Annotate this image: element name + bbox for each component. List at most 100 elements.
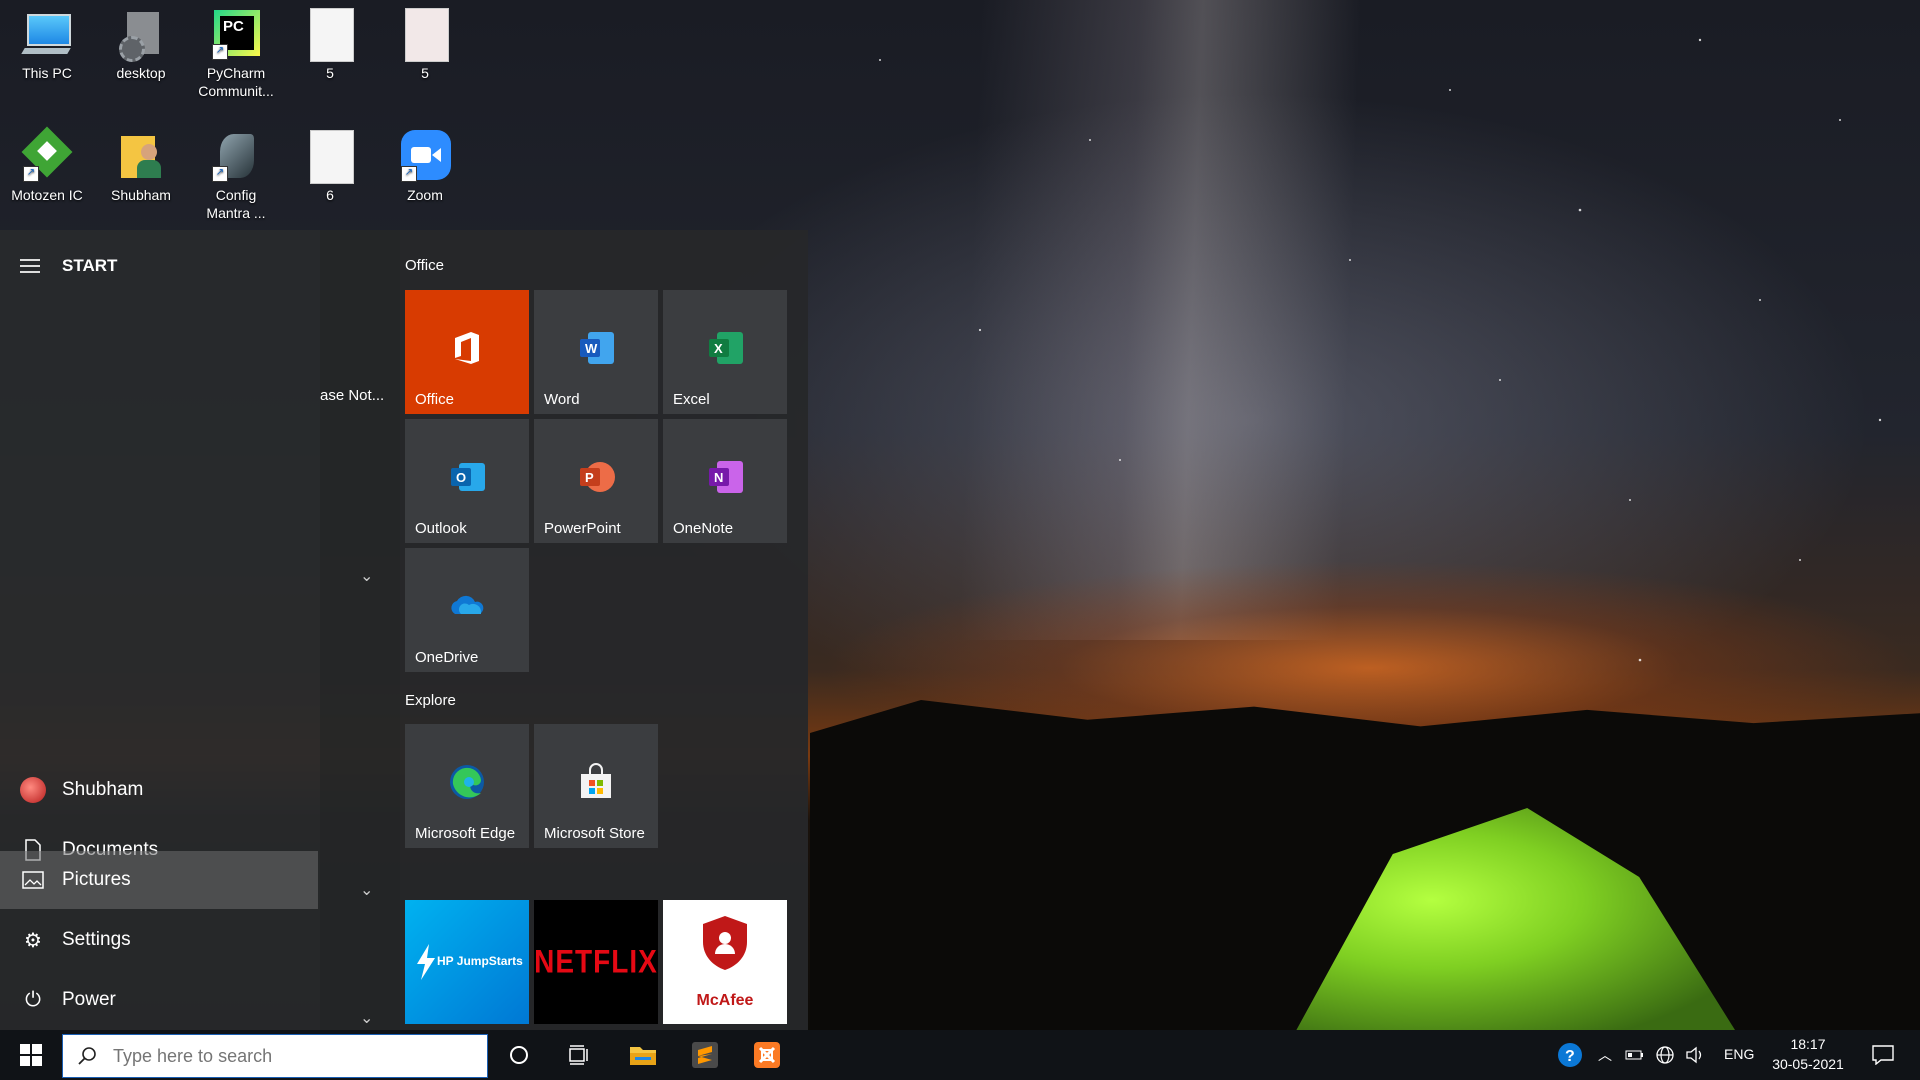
app-list-pane: ase Not... xyxy=(320,230,400,1030)
user-avatar-icon xyxy=(18,777,48,803)
nav-user[interactable]: Shubham xyxy=(0,761,318,819)
nav-settings-label: Settings xyxy=(62,929,131,950)
taskbar: ? ︿ ENG 18:17 30-05-2021 xyxy=(0,1030,1920,1080)
svg-text:W: W xyxy=(585,341,598,356)
tile-label: OneNote xyxy=(673,520,734,537)
tile-label: OneDrive xyxy=(415,649,479,666)
motozen-icon: ↗ xyxy=(21,126,73,182)
tile-netflix[interactable]: NETFLIX xyxy=(534,900,658,1024)
mcafee-shield-icon xyxy=(703,916,747,970)
windows-start-button[interactable] xyxy=(4,1030,58,1080)
tile-label: PowerPoint xyxy=(544,520,621,537)
tile-onedrive[interactable]: OneDrive xyxy=(405,548,529,672)
show-hidden-icons-chevron-up-icon[interactable]: ︿ xyxy=(1590,1030,1620,1080)
tile-outlook[interactable]: O Outlook xyxy=(405,419,529,543)
group-title-office: Office xyxy=(405,257,444,274)
svg-text:P: P xyxy=(585,470,594,485)
tile-microsoft-store[interactable]: Microsoft Store xyxy=(534,724,658,848)
user-folder-icon xyxy=(115,130,167,182)
onenote-icon: N xyxy=(709,461,743,493)
cloud-icon xyxy=(451,595,484,614)
help-tray-button[interactable]: ? xyxy=(1550,1030,1590,1080)
desktop-icon-shubham[interactable]: Shubham xyxy=(98,130,184,204)
cortana-circle-icon xyxy=(510,1046,528,1064)
monitor-icon xyxy=(21,8,73,60)
desktop-icon-zoom[interactable]: ↗ Zoom xyxy=(382,130,468,204)
desktop-icon-file-6[interactable]: 6 xyxy=(287,130,373,204)
chevron-down-icon[interactable]: ⌄ xyxy=(360,566,373,586)
desktop-icon-config-mantra[interactable]: ↗ Config Mantra ... xyxy=(193,130,279,222)
clock-time[interactable]: 18:17 xyxy=(1774,1036,1842,1052)
tile-onenote[interactable]: N OneNote xyxy=(663,419,787,543)
desktop-icon-this-pc[interactable]: This PC xyxy=(4,8,90,82)
desktop-icon-motozen[interactable]: ↗ Motozen IC xyxy=(4,126,90,204)
image-file-icon xyxy=(304,130,356,184)
svg-text:X: X xyxy=(714,341,723,356)
edge-icon xyxy=(450,765,484,799)
start-header: START xyxy=(20,256,117,276)
desktop-icon-pycharm[interactable]: PC ↗ PyCharm Communit... xyxy=(193,8,279,100)
nav-power[interactable]: ⏻ Power xyxy=(0,971,318,1029)
svg-text:?: ? xyxy=(1565,1048,1575,1065)
hp-jumpstarts-icon xyxy=(417,944,435,980)
folder-icon xyxy=(630,1047,656,1065)
desktop-icon-desktop[interactable]: desktop xyxy=(98,8,184,82)
desktop-icon-label: 6 xyxy=(326,187,334,203)
search-icon xyxy=(78,1047,96,1065)
sublime-text-icon xyxy=(692,1042,718,1068)
outlook-icon: O xyxy=(451,463,485,491)
nav-settings[interactable]: ⚙ Settings xyxy=(0,911,318,969)
chevron-down-icon[interactable]: ⌄ xyxy=(360,880,373,900)
tile-label: Word xyxy=(544,391,580,408)
tile-label: HP JumpStarts xyxy=(437,954,523,968)
start-menu: START Shubham Documents Pictures ⚙ Setti… xyxy=(0,230,808,1030)
desktop-icon-label: This PC xyxy=(22,65,72,81)
desktop-icon-file-5a[interactable]: 5 xyxy=(287,8,373,82)
clock-date[interactable]: 30-05-2021 xyxy=(1768,1056,1848,1072)
mcafee-logo: McAfee xyxy=(696,992,754,1009)
taskbar-file-explorer[interactable] xyxy=(616,1030,670,1080)
tile-label: Microsoft Edge xyxy=(415,825,516,842)
desktop-icon-label: Zoom xyxy=(407,187,443,203)
desktop-icon-label: 5 xyxy=(421,65,429,81)
desktop-icon-file-5b[interactable]: 5 xyxy=(382,8,468,82)
tile-excel[interactable]: X Excel xyxy=(663,290,787,414)
group-title-explore: Explore xyxy=(405,692,456,709)
tile-powerpoint[interactable]: P PowerPoint xyxy=(534,419,658,543)
chevron-down-icon[interactable]: ⌄ xyxy=(360,1008,373,1028)
app-list-item[interactable]: ase Not... xyxy=(320,387,384,404)
tile-mcafee[interactable]: McAfee xyxy=(663,900,787,1024)
cortana-button[interactable] xyxy=(492,1030,546,1080)
tile-label: Office xyxy=(415,391,454,408)
input-language[interactable]: ENG xyxy=(1724,1046,1754,1062)
start-title: START xyxy=(62,256,118,275)
desktop-icon-label: 5 xyxy=(326,65,334,81)
tile-microsoft-edge[interactable]: Microsoft Edge xyxy=(405,724,529,848)
tile-office[interactable]: Office xyxy=(405,290,529,414)
tile-hp-jumpstarts[interactable]: HP JumpStarts xyxy=(405,900,529,1024)
nav-user-label: Shubham xyxy=(62,779,144,800)
search-input[interactable] xyxy=(111,1044,475,1068)
task-view-button[interactable] xyxy=(552,1030,606,1080)
tile-word[interactable]: W Word xyxy=(534,290,658,414)
svg-text:N: N xyxy=(714,470,723,485)
power-icon: ⏻ xyxy=(25,988,41,1011)
gear-icon: ⚙ xyxy=(24,929,42,952)
hamburger-menu-icon[interactable] xyxy=(20,259,40,273)
desktop-icon-label: Shubham xyxy=(111,187,171,203)
desktop-icon-label: Config Mantra ... xyxy=(206,187,266,221)
volume-icon[interactable] xyxy=(1680,1030,1710,1080)
xampp-icon xyxy=(754,1042,780,1068)
taskbar-xampp[interactable] xyxy=(740,1030,794,1080)
network-globe-icon[interactable] xyxy=(1650,1030,1680,1080)
nav-pictures[interactable]: Pictures xyxy=(0,851,318,909)
battery-icon[interactable] xyxy=(1620,1030,1650,1080)
action-center-button[interactable] xyxy=(1860,1030,1906,1080)
windows-logo-icon xyxy=(20,1044,42,1066)
svg-text:O: O xyxy=(456,470,466,485)
search-box[interactable] xyxy=(62,1034,488,1078)
taskbar-sublime-text[interactable] xyxy=(678,1030,732,1080)
excel-icon: X xyxy=(709,332,743,364)
start-left-pane: START Shubham Documents Pictures ⚙ Setti… xyxy=(0,230,320,1030)
nav-power-label: Power xyxy=(62,989,116,1010)
